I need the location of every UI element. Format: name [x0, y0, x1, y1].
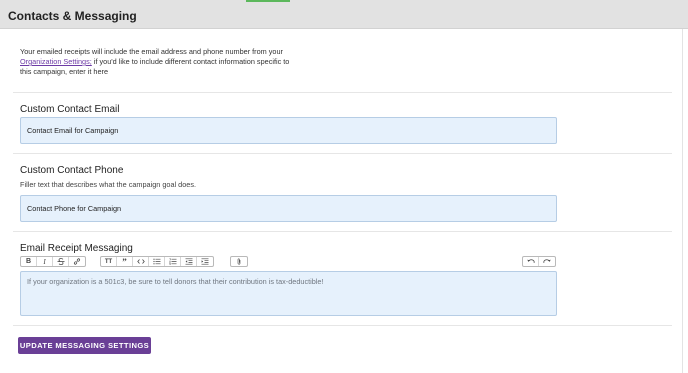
intro-text: Your emailed receipts will include the e… [20, 47, 300, 77]
link-button[interactable] [69, 257, 85, 266]
increase-indent-button[interactable] [197, 257, 213, 266]
undo-button[interactable] [523, 257, 539, 266]
numbered-list-icon [168, 258, 176, 265]
text-format-toolbar: B I [20, 256, 86, 267]
link-icon [73, 258, 81, 265]
heading-icon: TT [104, 258, 113, 265]
page-title: Contacts & Messaging [8, 9, 137, 23]
contact-phone-input[interactable]: Contact Phone for Campaign [20, 195, 557, 222]
paperclip-icon [237, 258, 241, 265]
quote-icon: ” [122, 256, 127, 267]
attachment-toolbar [230, 256, 248, 267]
outdent-icon [185, 258, 192, 265]
decrease-indent-button[interactable] [181, 257, 197, 266]
contact-phone-helper: Filler text that describes what the camp… [20, 180, 197, 189]
update-messaging-settings-button[interactable]: UPDATE MESSAGING SETTINGS [18, 337, 151, 354]
strikethrough-button[interactable] [53, 257, 69, 266]
bullet-list-button[interactable] [149, 257, 165, 266]
section-header: Contacts & Messaging [0, 0, 688, 29]
bullet-list-icon [152, 258, 160, 265]
strikethrough-icon [57, 258, 64, 265]
contact-email-title: Custom Contact Email [20, 104, 120, 115]
redo-icon [543, 259, 551, 263]
bold-button[interactable]: B [21, 257, 37, 266]
bold-icon: B [25, 258, 32, 265]
contact-phone-title: Custom Contact Phone [20, 165, 124, 176]
divider [13, 153, 672, 154]
attach-file-button[interactable] [231, 257, 247, 266]
block-format-toolbar: TT ” [100, 256, 214, 267]
receipt-message-editor[interactable]: If your organization is a 501c3, be sure… [20, 271, 557, 316]
italic-button[interactable]: I [37, 257, 53, 266]
heading-button[interactable]: TT [101, 257, 117, 266]
quote-button[interactable]: ” [117, 256, 133, 267]
redo-button[interactable] [539, 257, 555, 266]
code-button[interactable] [133, 257, 149, 266]
divider [13, 92, 672, 93]
intro-text-before: Your emailed receipts will include the e… [20, 47, 283, 56]
indent-icon [201, 258, 209, 265]
receipt-messaging-title: Email Receipt Messaging [20, 243, 133, 254]
undo-icon [526, 259, 535, 263]
code-icon [136, 259, 145, 264]
numbered-list-button[interactable] [165, 257, 181, 266]
contact-email-input[interactable]: Contact Email for Campaign [20, 117, 557, 144]
divider [13, 231, 672, 232]
active-tab-indicator [246, 0, 290, 2]
history-toolbar [522, 256, 556, 267]
italic-icon: I [43, 257, 46, 266]
organization-settings-link[interactable]: Organization Settings; [20, 57, 92, 66]
divider [13, 325, 672, 326]
